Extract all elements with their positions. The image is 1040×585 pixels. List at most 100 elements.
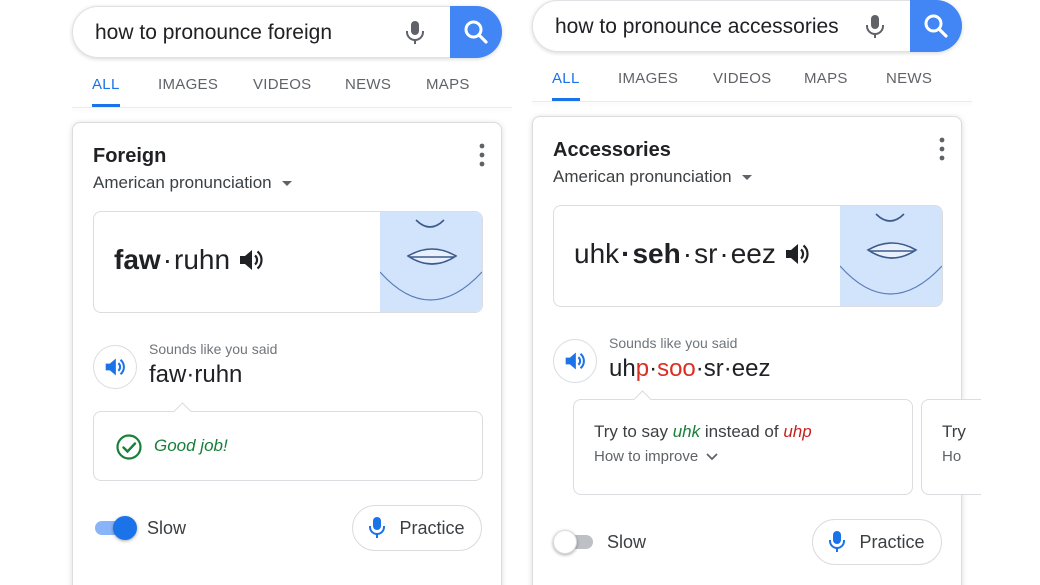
- word-title: Accessories: [553, 139, 671, 161]
- pronunciation-card: Foreign American pronunciation faw · ruh…: [72, 122, 502, 585]
- phonetic-stressed-syllable: seh: [632, 238, 681, 269]
- next-tip-card[interactable]: Try Ho: [921, 399, 981, 495]
- tabs-divider: [72, 107, 512, 108]
- pronunciation-panel-accessories: how to pronounce accessories ALL IMAGES …: [532, 0, 981, 585]
- phonetic-syllable: ruhn: [174, 244, 231, 275]
- accent-label: American pronunciation: [93, 173, 272, 192]
- tab-images[interactable]: IMAGES: [618, 60, 678, 87]
- next-tip-subtext: Ho: [942, 448, 962, 465]
- dropdown-caret-icon: [281, 180, 292, 186]
- phonetic-stressed-syllable: faw: [114, 244, 161, 275]
- search-bar[interactable]: how to pronounce accessories: [532, 0, 962, 52]
- mouth-illustration: [839, 206, 942, 306]
- speaker-icon[interactable]: [238, 247, 264, 273]
- syllable-separator: ·: [719, 238, 729, 269]
- dropdown-caret-icon: [741, 174, 752, 180]
- said-syllable: faw: [149, 361, 187, 388]
- sounds-like-word: uhp·soo·sr·eez: [609, 355, 770, 383]
- slow-toggle[interactable]: [553, 528, 599, 556]
- tab-videos[interactable]: VIDEOS: [713, 60, 771, 87]
- syllable-separator: ·: [682, 238, 693, 269]
- said-syllable: ·sr·eez: [695, 355, 771, 382]
- phonetic-box: faw · ruhn: [93, 211, 483, 313]
- pronunciation-panel-foreign: how to pronounce foreign ALL IMAGES VIDE…: [72, 0, 512, 585]
- tab-news[interactable]: NEWS: [345, 66, 391, 93]
- search-button[interactable]: [450, 6, 502, 58]
- tip-text: Try to say uhk instead of uhp: [594, 422, 812, 442]
- accent-dropdown[interactable]: American pronunciation: [553, 167, 752, 187]
- microphone-icon: [829, 531, 846, 552]
- slow-toggle-row: Slow: [93, 513, 186, 543]
- search-tabs: ALL IMAGES VIDEOS NEWS MAPS: [72, 66, 512, 107]
- microphone-icon: [369, 517, 386, 538]
- mispronounced-sound: p: [635, 355, 650, 382]
- practice-label: Practice: [859, 531, 925, 552]
- accent-label: American pronunciation: [553, 167, 732, 186]
- play-recording-button[interactable]: [553, 339, 597, 383]
- tip-prefix: Try to say: [594, 422, 673, 441]
- chevron-down-icon: [706, 452, 718, 460]
- pronunciation-card: Accessories American pronunciation uhk ·…: [532, 116, 981, 585]
- accent-dropdown[interactable]: American pronunciation: [93, 173, 292, 193]
- microphone-icon[interactable]: [403, 20, 427, 46]
- search-icon: [924, 14, 948, 38]
- phonetic-spelling: uhk · seh · sr · eez: [574, 238, 810, 270]
- slow-toggle[interactable]: [93, 514, 139, 542]
- more-options-icon[interactable]: [939, 137, 945, 161]
- microphone-icon[interactable]: [863, 14, 887, 40]
- next-tip-text: Try: [942, 422, 966, 441]
- tab-videos[interactable]: VIDEOS: [253, 66, 311, 93]
- syllable-separator: ·: [162, 244, 173, 275]
- said-syllable: uh: [609, 355, 636, 382]
- more-options-icon[interactable]: [479, 143, 485, 167]
- tab-all[interactable]: ALL: [552, 60, 580, 101]
- mouth-illustration: [379, 212, 482, 312]
- sounds-like-word: faw·ruhn: [149, 361, 242, 389]
- sounds-like-row: Sounds like you said faw·ruhn: [93, 341, 483, 401]
- search-tabs: ALL IMAGES VIDEOS MAPS NEWS: [532, 60, 972, 101]
- tip-middle: instead of: [700, 422, 784, 441]
- how-to-improve-link[interactable]: How to improve: [594, 448, 718, 465]
- pronunciation-tip-card[interactable]: Try to say uhk instead of uhp How to imp…: [573, 399, 913, 495]
- speaker-icon: [565, 352, 585, 370]
- play-recording-button[interactable]: [93, 345, 137, 389]
- search-button[interactable]: [910, 0, 962, 52]
- sounds-like-label: Sounds like you said: [149, 341, 278, 357]
- tab-images[interactable]: IMAGES: [158, 66, 218, 93]
- phonetic-syllable: uhk: [574, 238, 620, 269]
- tab-all[interactable]: ALL: [92, 66, 120, 107]
- speaker-icon: [105, 358, 125, 376]
- sounds-like-row: Sounds like you said uhp·soo·sr·eez: [553, 335, 943, 395]
- tabs-divider: [532, 101, 972, 102]
- check-circle-icon: [116, 434, 142, 460]
- syllable-separator: ·: [621, 238, 631, 269]
- search-input[interactable]: how to pronounce accessories: [555, 15, 839, 39]
- search-icon: [464, 20, 488, 44]
- slow-label: Slow: [147, 517, 187, 538]
- search-input[interactable]: how to pronounce foreign: [95, 21, 332, 45]
- tab-news[interactable]: NEWS: [886, 60, 932, 87]
- phonetic-box: uhk · seh · sr · eez: [553, 205, 943, 307]
- practice-button[interactable]: Practice: [812, 519, 942, 565]
- phonetic-syllable: eez: [730, 238, 776, 269]
- phonetic-syllable: sr: [694, 238, 718, 269]
- practice-label: Practice: [399, 517, 465, 538]
- sounds-like-label: Sounds like you said: [609, 335, 738, 351]
- slow-label: Slow: [607, 531, 647, 552]
- phonetic-spelling: faw · ruhn: [114, 244, 264, 276]
- syllable-separator: ·: [649, 355, 658, 382]
- how-to-improve-label: How to improve: [594, 448, 699, 465]
- tab-maps[interactable]: MAPS: [426, 66, 470, 93]
- practice-button[interactable]: Practice: [352, 505, 482, 551]
- slow-toggle-row: Slow: [553, 527, 646, 557]
- feedback-box: Good job!: [93, 411, 483, 481]
- mispronounced-sound: soo: [657, 355, 696, 382]
- feedback-text: Good job!: [154, 436, 228, 455]
- word-title: Foreign: [93, 145, 167, 167]
- tip-wrong-sound: uhp: [783, 422, 812, 441]
- search-bar[interactable]: how to pronounce foreign: [72, 6, 502, 58]
- tip-correct-sound: uhk: [672, 422, 701, 441]
- said-syllable: ruhn: [194, 361, 243, 388]
- speaker-icon[interactable]: [784, 241, 810, 267]
- tab-maps[interactable]: MAPS: [804, 60, 848, 87]
